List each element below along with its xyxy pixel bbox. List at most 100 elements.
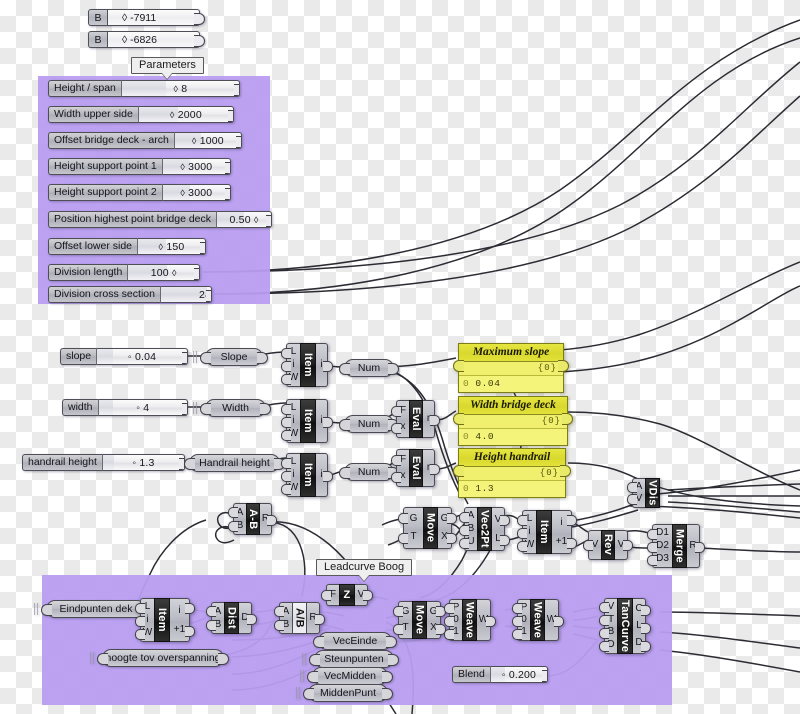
input-port-B[interactable]: [459, 525, 469, 536]
input-port-B[interactable]: [599, 628, 609, 639]
slider-track[interactable]: ◊ 8: [120, 80, 240, 97]
node-vec2pt[interactable]: A B U Vec2Pt V L: [459, 507, 510, 551]
input-port[interactable]: [313, 636, 324, 648]
input-port-W[interactable]: [281, 484, 291, 495]
input-port-F[interactable]: [391, 406, 401, 417]
input-port-G[interactable]: [398, 513, 408, 524]
param-veceinde[interactable]: VecEinde: [313, 632, 397, 650]
output-port-X[interactable]: [447, 533, 457, 544]
node-item-handrail[interactable]: L i W Item i: [281, 453, 333, 497]
slider-height-span[interactable]: Height / span ◊ 8: [48, 80, 240, 97]
input-port-x[interactable]: [391, 472, 401, 483]
bnum-widget-0[interactable]: B ◊ -7911: [88, 9, 205, 26]
node-a-div-b[interactable]: A B A/B R: [274, 602, 325, 634]
node-item-slope[interactable]: L i W Item i: [281, 343, 333, 387]
slider-height-support-point-2[interactable]: Height support point 2 ◊ 3000: [48, 184, 231, 201]
node-weave-2[interactable]: P 0 1 Weave W: [512, 599, 564, 641]
node-tancurve[interactable]: V T B D TanCurve C L D: [599, 598, 651, 654]
input-port-D3[interactable]: [647, 555, 657, 566]
node-dist[interactable]: A B Dist D: [206, 602, 257, 634]
slider-track[interactable]: ◊ 3000: [161, 184, 231, 201]
slider-width-upper-side[interactable]: Width upper side ◊ 2000: [48, 106, 234, 123]
input-port-i[interactable]: [517, 528, 527, 539]
input-port-W[interactable]: [135, 629, 145, 640]
output-port[interactable]: [560, 465, 571, 477]
input-port-i[interactable]: [281, 417, 291, 428]
param-middenpunt[interactable]: MiddenPunt: [296, 684, 393, 702]
output-port[interactable]: [388, 363, 399, 375]
node-eval-handrail[interactable]: F x Eval r: [391, 449, 440, 487]
bnum-widget-1[interactable]: B ◊ -6826: [88, 31, 205, 48]
input-port[interactable]: [303, 688, 314, 700]
output-port-r[interactable]: [430, 464, 440, 475]
output-port-R[interactable]: [267, 515, 277, 526]
output-port-V[interactable]: [500, 515, 510, 526]
bnum-track[interactable]: ◊ -6826: [107, 31, 205, 48]
output-port[interactable]: [236, 135, 241, 148]
input-port-U[interactable]: [459, 538, 469, 549]
label-leadcurve-boog[interactable]: Leadcurve Boog: [316, 559, 413, 576]
output-port[interactable]: [200, 241, 206, 254]
output-port-W[interactable]: [554, 616, 564, 627]
output-port[interactable]: [542, 669, 547, 682]
input-port[interactable]: [339, 419, 350, 431]
output-port[interactable]: [194, 34, 205, 47]
output-port-i[interactable]: [323, 417, 333, 428]
slider-track[interactable]: ◊ 150: [137, 238, 206, 255]
input-port-W[interactable]: [281, 374, 291, 385]
input-port[interactable]: [339, 363, 350, 375]
param-num-width[interactable]: Num: [339, 415, 399, 433]
slider-division-length[interactable]: Division length 100 ◊: [48, 264, 200, 281]
output-port-L[interactable]: [641, 623, 651, 634]
input-port-D[interactable]: [599, 641, 609, 652]
output-port[interactable]: [234, 83, 239, 96]
input-port[interactable]: [97, 653, 108, 665]
output-port-i[interactable]: [185, 603, 195, 614]
node-a-minus-b[interactable]: A B A-B R: [228, 503, 277, 535]
input-port-1[interactable]: [444, 629, 454, 640]
node-weave-1[interactable]: P 0 1 Weave W: [444, 599, 496, 641]
slider-track[interactable]: ◦ 4: [97, 399, 188, 416]
input-port-0[interactable]: [512, 616, 522, 627]
output-port-i[interactable]: [323, 471, 333, 482]
input-port-B[interactable]: [206, 620, 216, 631]
grip-handle[interactable]: [193, 351, 199, 363]
input-port-A[interactable]: [206, 606, 216, 617]
input-port-T[interactable]: [398, 533, 408, 544]
input-port-B[interactable]: [274, 620, 284, 631]
node-item-width[interactable]: L i W Item i: [281, 399, 333, 443]
input-port[interactable]: [200, 403, 211, 415]
output-port[interactable]: [257, 352, 268, 364]
input-port[interactable]: [453, 360, 464, 372]
input-port-i[interactable]: [135, 616, 145, 627]
node-vdis[interactable]: A V VDis: [627, 478, 660, 508]
input-port[interactable]: [200, 352, 211, 364]
slider-height-support-point-1[interactable]: Height support point 1 ◊ 3000: [48, 158, 231, 175]
slider-position-highest-point-bridge-deck[interactable]: Position highest point bridge deck 0.50 …: [48, 211, 272, 228]
output-port-W[interactable]: [486, 616, 496, 627]
output-port[interactable]: [182, 402, 187, 415]
slider-track[interactable]: ◦ 1.3: [101, 454, 185, 471]
group-label-parameters[interactable]: Parameters: [131, 57, 204, 74]
input-port-L[interactable]: [281, 404, 291, 415]
node-graph-canvas[interactable]: B ◊ -7911 B ◊ -6826 Parameters Height / …: [0, 0, 800, 714]
input-port-V[interactable]: [583, 540, 593, 551]
output-port-plus1[interactable]: [567, 538, 577, 549]
input-port-i[interactable]: [281, 471, 291, 482]
input-port-F[interactable]: [391, 455, 401, 466]
input-port-L[interactable]: [135, 603, 145, 614]
input-port[interactable]: [41, 604, 52, 616]
output-port-C[interactable]: [641, 605, 651, 616]
output-port[interactable]: [206, 289, 211, 302]
input-port[interactable]: [339, 467, 350, 479]
output-port-plus1[interactable]: [185, 626, 195, 637]
input-port-W[interactable]: [281, 430, 291, 441]
output-port[interactable]: [558, 360, 569, 372]
input-port-x[interactable]: [391, 423, 401, 434]
output-port[interactable]: [266, 214, 272, 227]
input-port-T[interactable]: [599, 615, 609, 626]
grip-handle[interactable]: [296, 687, 302, 699]
input-port-P[interactable]: [444, 603, 454, 614]
node-move-top[interactable]: G T Move G X: [398, 507, 457, 549]
slider-handrail-height[interactable]: handrail height ◦ 1.3: [22, 454, 185, 471]
